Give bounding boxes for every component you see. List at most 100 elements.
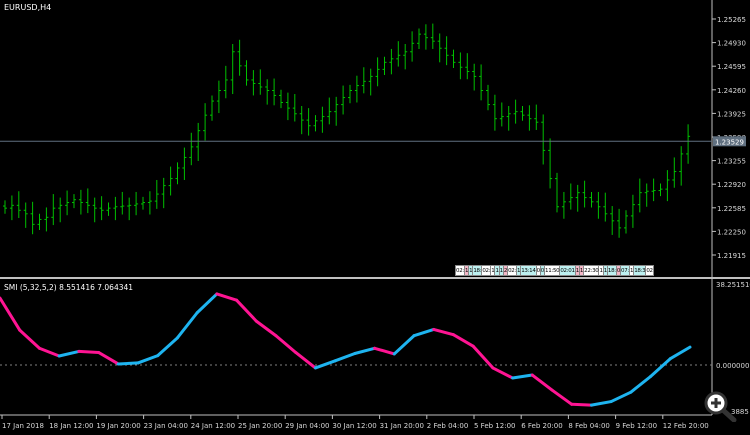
trade-marker: 18:3 (634, 265, 647, 276)
price-bar (361, 67, 366, 94)
trade-marker: 02: (482, 265, 492, 276)
price-bar (223, 65, 228, 99)
price-bar (610, 206, 615, 235)
indicator-axis-label: 0.000000 (716, 362, 749, 370)
price-bar (292, 94, 297, 122)
price-bar (37, 213, 42, 230)
time-tick-label: 5 Feb 12:00 (474, 422, 515, 430)
smi-segment (333, 352, 357, 363)
price-tick-label: 1.24260 (717, 87, 746, 95)
price-bar (65, 190, 70, 216)
smi-segment (511, 373, 534, 380)
price-bar (651, 178, 656, 202)
trade-marker: 02:01 (560, 265, 576, 276)
smi-segment (649, 357, 672, 378)
trade-marker: 02 (646, 265, 654, 276)
price-bar (99, 196, 104, 221)
time-tick-label: 18 Jan 12:00 (49, 422, 93, 430)
smi-segment (609, 390, 633, 404)
price-bar (106, 202, 111, 216)
time-tick-label: 17 Jan 2018 (2, 422, 44, 430)
price-bar (410, 31, 415, 62)
price-bar (444, 36, 449, 66)
price-bar (341, 85, 346, 115)
price-bar (479, 64, 484, 101)
price-bar (555, 172, 559, 213)
price-bar (51, 194, 56, 226)
smi-segment (195, 292, 219, 315)
price-bar (637, 178, 642, 213)
time-tick-label: 9 Feb 12:00 (616, 422, 657, 430)
price-bar (658, 183, 663, 197)
trade-marker: 02: (508, 265, 518, 276)
price-bar (389, 48, 394, 75)
price-bar (589, 191, 594, 208)
price-bar (23, 202, 28, 228)
smi-segment (156, 336, 179, 358)
trade-marker: 13:14 (521, 265, 537, 276)
price-bar (72, 194, 76, 209)
smi-segment (589, 400, 613, 407)
price-bar (465, 53, 470, 80)
time-tick-label: 30 Jan 12:00 (332, 422, 376, 430)
price-bar (285, 92, 290, 121)
smi-segment (451, 333, 475, 348)
price-tick-label: 1.25265 (717, 16, 746, 24)
smi-segment (392, 334, 416, 356)
price-bar (92, 197, 97, 223)
smi-segment (37, 346, 61, 358)
price-bar (417, 28, 421, 49)
price-bar (147, 191, 152, 215)
smi-line (0, 292, 692, 407)
smi-segment (353, 346, 377, 356)
trade-marker: 18: (473, 265, 483, 276)
price-bar (265, 79, 270, 105)
price-bar (120, 191, 125, 215)
price-bar (9, 195, 14, 221)
indicator-axis-label: 38.251510 (716, 281, 750, 289)
price-bar (541, 114, 546, 165)
time-tick-label: 29 Jan 04:00 (285, 422, 329, 430)
chart-canvas[interactable]: 1.25265 1.24930 1.24595 1.24260 1.23925 1.235… (0, 0, 750, 435)
price-tick-label: 1.23255 (717, 158, 746, 166)
price-bar (313, 115, 318, 132)
price-bar (423, 24, 428, 50)
price-bar (334, 96, 339, 126)
price-bar (568, 183, 573, 210)
price-bar (78, 189, 83, 215)
time-tick-label: 8 Feb 04:00 (568, 422, 609, 430)
current-price-label: 1.23529 (715, 138, 744, 146)
price-bar (382, 56, 387, 76)
smi-segment (570, 402, 593, 407)
price-bar (403, 44, 408, 70)
price-bar (527, 105, 532, 131)
smi-segment (373, 346, 396, 356)
price-bar (85, 188, 90, 214)
price-bar (472, 63, 477, 91)
price-bar (258, 69, 263, 95)
smi-segment (57, 349, 81, 358)
price-bar (272, 78, 277, 106)
price-bar (437, 33, 442, 63)
trade-marker: 22:30 (584, 265, 600, 276)
price-tick-label: 1.21915 (717, 252, 746, 260)
price-bar (237, 39, 242, 76)
chart-window[interactable]: 1.25265 1.24930 1.24595 1.24260 1.23925 1.235… (0, 0, 750, 435)
trade-marker: 11:50 (545, 265, 561, 276)
price-bar (430, 23, 435, 49)
indicator-title: SMI (5,32,5,2) 8.551416 7.064341 (4, 283, 134, 292)
smi-segment (668, 345, 692, 361)
price-bar (141, 196, 145, 210)
price-bar (396, 41, 401, 67)
magnifier-zoom-icon[interactable] (703, 390, 739, 423)
time-tick-label: 6 Feb 20:00 (521, 422, 562, 430)
price-bar (534, 104, 539, 130)
price-bar (327, 97, 332, 125)
price-tick-label: 1.22920 (717, 181, 746, 189)
price-bar (127, 197, 132, 221)
price-bar (451, 49, 456, 68)
price-bar (617, 208, 622, 238)
smi-segment (254, 319, 278, 338)
trade-markers: 02: 1 1 18: 02: 1 1 1 2 02: 1 13:14 0 0 11:50 02:01 1 1 22… (455, 265, 712, 276)
price-bar (624, 210, 628, 234)
